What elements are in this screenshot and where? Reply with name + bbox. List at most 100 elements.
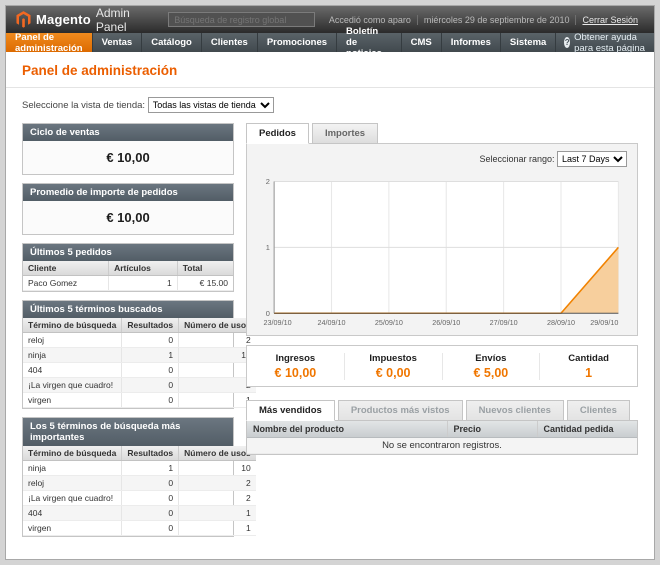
svg-text:0: 0 (266, 309, 270, 318)
cell: virgen (23, 393, 122, 408)
stat-value: € 10,00 (247, 366, 344, 380)
stat-impuestos: Impuestos € 0,00 (344, 353, 442, 380)
panel-title: Promedio de importe de pedidos (23, 184, 233, 201)
products-table: Nombre del producto Precio Cantidad pedi… (247, 421, 637, 454)
tab-nuevos-clientes[interactable]: Nuevos clientes (466, 400, 564, 421)
logo-subtext: Admin Panel (96, 6, 160, 34)
stat-label: Cantidad (540, 353, 637, 364)
bestsellers-panel: Nombre del producto Precio Cantidad pedi… (246, 420, 638, 455)
cell: 1 (179, 506, 256, 521)
nav-item-cms[interactable]: CMS (402, 33, 442, 52)
cell: 1 (179, 393, 256, 408)
diagram-tabs: Pedidos Importes (246, 123, 638, 144)
help-icon: ? (564, 37, 570, 48)
empty-message: No se encontraron registros. (247, 438, 637, 454)
table-row[interactable]: 404 0 1 (23, 363, 256, 378)
svg-text:27/09/10: 27/09/10 (490, 318, 518, 327)
cell: 404 (23, 506, 122, 521)
header: Magento Admin Panel Accedió como aparo m… (6, 6, 654, 33)
store-view-label: Seleccione la vista de tienda: (22, 100, 145, 111)
table-row[interactable]: virgen 0 1 (23, 393, 256, 408)
logo-text: Magento (36, 12, 91, 27)
help-link[interactable]: ? Obtener ayuda para esta página (556, 33, 654, 52)
column-header: Número de usos (179, 446, 256, 461)
range-selector: Seleccionar rango: Last 7 Days (255, 149, 629, 173)
svg-text:2: 2 (266, 177, 270, 186)
cell: ninja (23, 348, 122, 363)
table-row[interactable]: ninja 1 10 (23, 348, 256, 363)
cell: 2 (179, 378, 256, 393)
cell: 0 (122, 491, 179, 506)
help-link-label: Obtener ayuda para esta página (574, 32, 646, 54)
store-view-select[interactable]: Todas las vistas de tienda (148, 97, 274, 113)
tab-productos-mas-vistos[interactable]: Productos más vistos (338, 400, 463, 421)
range-select[interactable]: Last 7 Days (557, 151, 627, 167)
tab-mas-vendidos[interactable]: Más vendidos (246, 400, 335, 421)
global-search-input[interactable] (168, 12, 315, 27)
cell: 0 (122, 521, 179, 536)
table-row[interactable]: reloj 0 2 (23, 333, 256, 348)
table-header-row: Nombre del producto Precio Cantidad pedi… (247, 421, 637, 438)
main-nav: Panel de administración Ventas Catálogo … (6, 33, 654, 52)
column-header: Precio (447, 421, 537, 438)
orders-chart-panel: Seleccionar rango: Last 7 Days 01223/09/… (246, 143, 638, 336)
nav-item-clientes[interactable]: Clientes (202, 33, 258, 52)
dashboard: Ciclo de ventas € 10,00 Promedio de impo… (6, 121, 654, 559)
column-header: Término de búsqueda (23, 318, 122, 333)
current-date: miércoles 29 de septiembre de 2010 (417, 15, 576, 25)
stat-label: Impuestos (345, 353, 442, 364)
last-search-terms-table: Término de búsqueda Resultados Número de… (23, 318, 256, 408)
nav-item-panel-administracion[interactable]: Panel de administración (6, 33, 93, 52)
table-row[interactable]: ninja 1 10 (23, 461, 256, 476)
cell: ¡La virgen que cuadro! (23, 491, 122, 506)
cell: ninja (23, 461, 122, 476)
cell: 0 (122, 333, 179, 348)
magento-logo: Magento Admin Panel (16, 6, 160, 34)
column-header: Nombre del producto (247, 421, 447, 438)
grid-tabs: Más vendidos Productos más vistos Nuevos… (246, 400, 638, 421)
last-search-terms-panel: Últimos 5 términos buscados Término de b… (22, 300, 234, 409)
orders-chart-svg: 01223/09/1024/09/1025/09/1026/09/1027/09… (255, 173, 629, 332)
cell: 0 (122, 476, 179, 491)
table-row[interactable]: 404 0 1 (23, 506, 256, 521)
empty-row: No se encontraron registros. (247, 438, 637, 454)
cell: € 15.00 (177, 276, 233, 291)
logged-in-as: Accedió como aparo (323, 15, 417, 25)
column-header: Cantidad pedida (537, 421, 637, 438)
column-header: Cliente (23, 261, 109, 276)
magento-admin-window: Magento Admin Panel Accedió como aparo m… (5, 5, 655, 560)
table-row[interactable]: ¡La virgen que cuadro! 0 2 (23, 491, 256, 506)
cell: 1 (109, 276, 178, 291)
table-header-row: Cliente Artículos Total (23, 261, 233, 276)
tab-importes[interactable]: Importes (312, 123, 378, 144)
nav-item-ventas[interactable]: Ventas (93, 33, 143, 52)
cell: 0 (122, 393, 179, 408)
nav-item-promociones[interactable]: Promociones (258, 33, 337, 52)
table-row[interactable]: virgen 0 1 (23, 521, 256, 536)
cell: 0 (122, 378, 179, 393)
nav-item-boletin[interactable]: Boletín de noticias (337, 33, 402, 52)
table-row[interactable]: Paco Gomez 1 € 15.00 (23, 276, 233, 291)
dashboard-right-column: Pedidos Importes Seleccionar rango: Last… (246, 123, 638, 455)
nav-item-informes[interactable]: Informes (442, 33, 501, 52)
svg-text:25/09/10: 25/09/10 (375, 318, 403, 327)
lifetime-sales-panel: Ciclo de ventas € 10,00 (22, 123, 234, 175)
table-row[interactable]: ¡La virgen que cuadro! 0 2 (23, 378, 256, 393)
stat-value: € 0,00 (345, 366, 442, 380)
tab-pedidos[interactable]: Pedidos (246, 123, 309, 144)
last-orders-panel: Últimos 5 pedidos Cliente Artículos Tota… (22, 243, 234, 292)
svg-text:24/09/10: 24/09/10 (317, 318, 345, 327)
cell: virgen (23, 521, 122, 536)
table-header-row: Término de búsqueda Resultados Número de… (23, 318, 256, 333)
panel-title: Ciclo de ventas (23, 124, 233, 141)
logout-link[interactable]: Cerrar Sesión (575, 15, 644, 25)
table-row[interactable]: reloj 0 2 (23, 476, 256, 491)
nav-item-catalogo[interactable]: Catálogo (142, 33, 202, 52)
cell: 0 (122, 363, 179, 378)
orders-chart: 01223/09/1024/09/1025/09/1026/09/1027/09… (255, 173, 629, 332)
cell: 1 (179, 363, 256, 378)
nav-item-sistema[interactable]: Sistema (501, 33, 556, 52)
cell: 404 (23, 363, 122, 378)
tab-clientes[interactable]: Clientes (567, 400, 630, 421)
svg-text:26/09/10: 26/09/10 (432, 318, 460, 327)
